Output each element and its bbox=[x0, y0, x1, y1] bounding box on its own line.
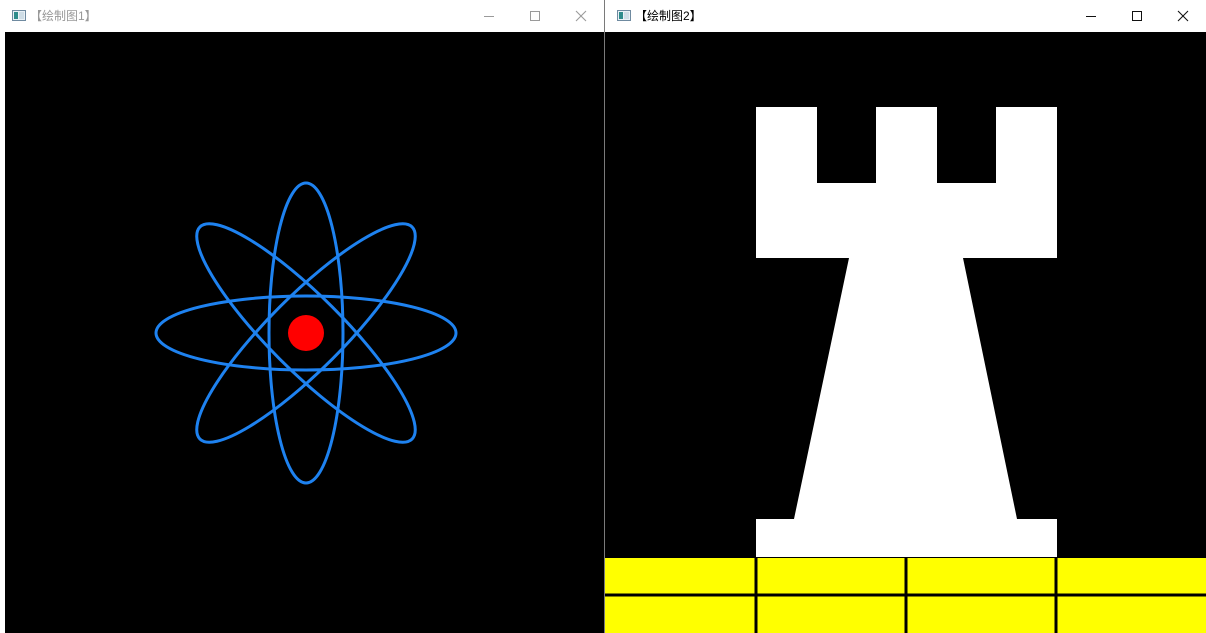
maximize-icon bbox=[530, 11, 540, 21]
rook-piece bbox=[756, 107, 1057, 557]
close-button[interactable] bbox=[558, 0, 604, 32]
rook-drawing bbox=[605, 107, 1206, 633]
drawing-canvas[interactable] bbox=[5, 32, 604, 633]
minimize-button[interactable] bbox=[1068, 0, 1114, 32]
titlebar[interactable]: 【绘制图2】 bbox=[605, 0, 1206, 32]
minimize-icon bbox=[1086, 16, 1096, 17]
close-icon bbox=[1177, 10, 1189, 22]
window-drawing-2[interactable]: 【绘制图2】 bbox=[605, 0, 1206, 633]
app-window-icon bbox=[617, 10, 631, 21]
minimize-button[interactable] bbox=[466, 0, 512, 32]
close-button[interactable] bbox=[1160, 0, 1206, 32]
maximize-button[interactable] bbox=[512, 0, 558, 32]
drawing-canvas[interactable] bbox=[605, 32, 1206, 633]
maximize-button[interactable] bbox=[1114, 0, 1160, 32]
window-title: 【绘制图1】 bbox=[30, 9, 97, 23]
minimize-icon bbox=[484, 16, 494, 17]
floor-tiles bbox=[605, 558, 1206, 633]
window-title: 【绘制图2】 bbox=[635, 9, 702, 23]
maximize-icon bbox=[1132, 11, 1142, 21]
close-icon bbox=[575, 10, 587, 22]
atom-nucleus bbox=[288, 315, 324, 351]
titlebar[interactable]: 【绘制图1】 bbox=[0, 0, 604, 32]
app-window-icon bbox=[12, 10, 26, 21]
window-drawing-1[interactable]: 【绘制图1】 bbox=[0, 0, 604, 633]
atom-drawing bbox=[154, 181, 458, 485]
